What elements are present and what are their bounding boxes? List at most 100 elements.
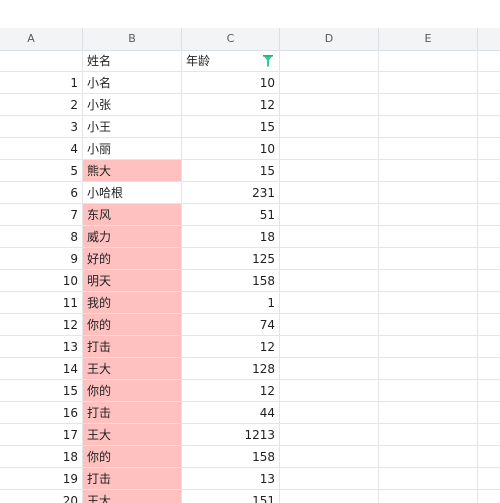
- cell-e[interactable]: [379, 380, 478, 402]
- cell-f[interactable]: [478, 226, 500, 248]
- cell-name[interactable]: 熊大: [83, 160, 182, 182]
- cell-f[interactable]: [478, 204, 500, 226]
- cell-f[interactable]: [478, 446, 500, 468]
- cell-age[interactable]: 12: [182, 380, 280, 402]
- column-header-c[interactable]: C: [182, 28, 280, 50]
- cell-name[interactable]: 王大: [83, 358, 182, 380]
- cell-f[interactable]: [478, 94, 500, 116]
- header-cell-age[interactable]: 年龄: [182, 50, 280, 72]
- cell-age[interactable]: 128: [182, 358, 280, 380]
- cell-name[interactable]: 王大: [83, 490, 182, 503]
- cell-f[interactable]: [478, 358, 500, 380]
- cell-id[interactable]: 13: [0, 336, 83, 358]
- cell-name[interactable]: 王大: [83, 424, 182, 446]
- cell-name[interactable]: 好的: [83, 248, 182, 270]
- cell-age[interactable]: 51: [182, 204, 280, 226]
- cell-id[interactable]: 3: [0, 116, 83, 138]
- header-cell-id[interactable]: 号: [0, 50, 83, 72]
- cell-d[interactable]: [280, 380, 379, 402]
- cell-f[interactable]: [478, 490, 500, 503]
- cell-e[interactable]: [379, 468, 478, 490]
- cell-e[interactable]: [379, 50, 478, 72]
- cell-f[interactable]: [478, 424, 500, 446]
- header-cell-name[interactable]: 姓名: [83, 50, 182, 72]
- cell-e[interactable]: [379, 314, 478, 336]
- cell-f[interactable]: [478, 182, 500, 204]
- cell-age[interactable]: 1213: [182, 424, 280, 446]
- cell-e[interactable]: [379, 270, 478, 292]
- cell-e[interactable]: [379, 424, 478, 446]
- cell-e[interactable]: [379, 116, 478, 138]
- cell-id[interactable]: 1: [0, 72, 83, 94]
- cell-name[interactable]: 明天: [83, 270, 182, 292]
- cell-d[interactable]: [280, 314, 379, 336]
- cell-name[interactable]: 打击: [83, 468, 182, 490]
- cell-e[interactable]: [379, 358, 478, 380]
- cell-e[interactable]: [379, 182, 478, 204]
- cell-e[interactable]: [379, 226, 478, 248]
- cell-age[interactable]: 74: [182, 314, 280, 336]
- cell-d[interactable]: [280, 94, 379, 116]
- cell-d[interactable]: [280, 424, 379, 446]
- cell-id[interactable]: 11: [0, 292, 83, 314]
- cell-id[interactable]: 8: [0, 226, 83, 248]
- cell-d[interactable]: [280, 468, 379, 490]
- column-header-b[interactable]: B: [83, 28, 182, 50]
- cell-name[interactable]: 我的: [83, 292, 182, 314]
- column-header-e[interactable]: E: [379, 28, 478, 50]
- cell-age[interactable]: 125: [182, 248, 280, 270]
- cell-id[interactable]: 14: [0, 358, 83, 380]
- cell-id[interactable]: 17: [0, 424, 83, 446]
- cell-e[interactable]: [379, 490, 478, 503]
- cell-id[interactable]: 5: [0, 160, 83, 182]
- cell-d[interactable]: [280, 336, 379, 358]
- cell-f[interactable]: [478, 116, 500, 138]
- cell-age[interactable]: 44: [182, 402, 280, 424]
- cell-id[interactable]: 18: [0, 446, 83, 468]
- cell-d[interactable]: [280, 358, 379, 380]
- cell-age[interactable]: 158: [182, 446, 280, 468]
- cell-d[interactable]: [280, 50, 379, 72]
- cell-age[interactable]: 18: [182, 226, 280, 248]
- cell-d[interactable]: [280, 138, 379, 160]
- cell-name[interactable]: 你的: [83, 446, 182, 468]
- cell-f[interactable]: [478, 292, 500, 314]
- cell-d[interactable]: [280, 402, 379, 424]
- cell-id[interactable]: 4: [0, 138, 83, 160]
- cell-f[interactable]: [478, 402, 500, 424]
- cell-age[interactable]: 151: [182, 490, 280, 503]
- cell-name[interactable]: 打击: [83, 336, 182, 358]
- cell-d[interactable]: [280, 226, 379, 248]
- cell-name[interactable]: 小王: [83, 116, 182, 138]
- cell-d[interactable]: [280, 490, 379, 503]
- cell-id[interactable]: 16: [0, 402, 83, 424]
- cell-d[interactable]: [280, 204, 379, 226]
- cell-e[interactable]: [379, 138, 478, 160]
- cell-f[interactable]: [478, 72, 500, 94]
- column-header-f[interactable]: [478, 28, 500, 50]
- cell-name[interactable]: 小哈根: [83, 182, 182, 204]
- cell-age[interactable]: 158: [182, 270, 280, 292]
- cell-d[interactable]: [280, 446, 379, 468]
- cell-id[interactable]: 6: [0, 182, 83, 204]
- cell-e[interactable]: [379, 94, 478, 116]
- cell-name[interactable]: 你的: [83, 314, 182, 336]
- cell-id[interactable]: 9: [0, 248, 83, 270]
- cell-e[interactable]: [379, 446, 478, 468]
- cell-age[interactable]: 12: [182, 94, 280, 116]
- cell-d[interactable]: [280, 248, 379, 270]
- cell-d[interactable]: [280, 182, 379, 204]
- cell-f[interactable]: [478, 468, 500, 490]
- cell-name[interactable]: 小张: [83, 94, 182, 116]
- cell-e[interactable]: [379, 160, 478, 182]
- column-header-d[interactable]: D: [280, 28, 379, 50]
- cell-age[interactable]: 15: [182, 160, 280, 182]
- cell-age[interactable]: 10: [182, 72, 280, 94]
- cell-e[interactable]: [379, 336, 478, 358]
- cell-name[interactable]: 小丽: [83, 138, 182, 160]
- cell-f[interactable]: [478, 314, 500, 336]
- cell-age[interactable]: 13: [182, 468, 280, 490]
- cell-id[interactable]: 19: [0, 468, 83, 490]
- cell-d[interactable]: [280, 116, 379, 138]
- cell-f[interactable]: [478, 336, 500, 358]
